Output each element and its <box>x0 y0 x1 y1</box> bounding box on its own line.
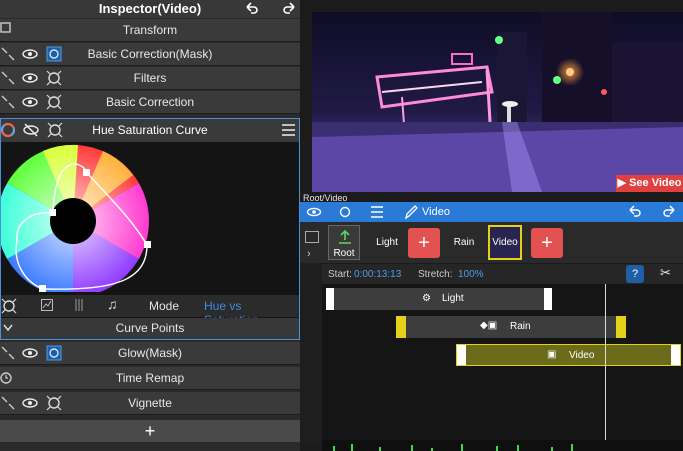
hsc-toolbar: ♫ Mode Hue vs Saturation <box>1 295 299 327</box>
effect-row-transform[interactable]: Transform <box>0 19 300 42</box>
inspector-panel: Inspector(Video) Transform Basic Correct… <box>0 0 300 451</box>
inspector-title: Inspector(Video) <box>98 1 202 16</box>
layer-root[interactable]: Root <box>328 225 360 260</box>
stretch-value[interactable]: 100% <box>458 269 484 280</box>
split-icon[interactable] <box>74 299 84 311</box>
waveform-graphic <box>333 444 573 451</box>
trim-handle-right[interactable] <box>671 345 680 365</box>
curve-point-handle[interactable] <box>49 209 56 216</box>
layer-light[interactable]: Light <box>366 225 408 260</box>
timeline-area[interactable]: ⚙ Light ◆▣ Rain ▣ Video <box>322 284 683 444</box>
track-rain[interactable]: ◆▣ Rain <box>396 316 626 338</box>
effect-label: Transform <box>122 23 178 37</box>
keyframe-handle-left[interactable] <box>396 316 406 338</box>
hue-curve-editor[interactable] <box>0 142 299 297</box>
effect-row-glow-mask[interactable]: Glow(Mask) <box>0 342 300 365</box>
app-root: Inspector(Video) Transform Basic Correct… <box>0 0 683 451</box>
layer-label: Video <box>492 237 518 248</box>
trim-handle-right[interactable] <box>544 288 552 310</box>
effect-label: Glow(Mask) <box>117 346 182 360</box>
hsc-header[interactable]: Hue Saturation Curve <box>1 119 299 142</box>
layer-strip: › Root Light + Rain Video + <box>300 222 683 263</box>
play-icon: ▶ <box>617 177 630 189</box>
add-light-button[interactable]: + <box>408 228 440 258</box>
effect-label: Filters <box>133 71 167 85</box>
curve-points-label: Curve Points <box>115 321 185 335</box>
hue-saturation-curve-panel: Hue Saturation Curve ♫ Mode Hue vs Curve… <box>0 118 300 340</box>
curve-points-row[interactable]: Curve Points <box>1 318 299 339</box>
keyframe-handle-right[interactable] <box>616 316 626 338</box>
start-label: Start: <box>328 269 352 280</box>
audio-waveform <box>322 440 683 451</box>
see-video-button[interactable]: ▶ See Video <box>616 175 683 192</box>
effect-row-vignette[interactable]: Vignette <box>0 392 300 415</box>
clip-name[interactable]: Video <box>422 202 450 222</box>
undo-icon[interactable] <box>243 0 259 18</box>
effect-label: Time Remap <box>115 371 185 385</box>
start-value[interactable]: 0:00:13:13 <box>354 269 401 280</box>
redo-icon[interactable] <box>282 0 298 18</box>
timeline-toolbar: Video <box>300 202 683 222</box>
effect-row-time-remap[interactable]: Time Remap <box>0 367 300 390</box>
settings-icon[interactable] <box>1 298 17 314</box>
track-label: Rain <box>510 321 531 332</box>
track-label: Video <box>569 350 595 361</box>
layer-label: Rain <box>453 237 475 248</box>
stretch-label: Stretch: <box>418 269 453 280</box>
layer-label: Light <box>376 237 398 248</box>
preview-frame <box>312 12 683 192</box>
redo-icon[interactable] <box>662 202 678 222</box>
trim-handle-left[interactable] <box>457 345 466 365</box>
layer-video[interactable]: Video <box>488 225 522 260</box>
layer-rain[interactable]: Rain <box>448 225 480 260</box>
scissors-icon[interactable]: ✂ <box>660 265 671 281</box>
film-icon: ▣ <box>547 349 557 360</box>
add-video-button[interactable]: + <box>531 228 563 258</box>
effect-row-basic-correction-mask[interactable]: Basic Correction(Mask) <box>0 43 300 66</box>
list-icon[interactable] <box>370 202 384 222</box>
curve-point-handle[interactable] <box>83 169 90 176</box>
inspector-title-bar: Inspector(Video) <box>0 0 300 18</box>
track-label: Light <box>442 293 464 304</box>
diamond-icon: ◆▣ <box>480 320 498 331</box>
undo-icon[interactable] <box>626 202 642 222</box>
settings-icon: ⚙ <box>422 293 431 304</box>
chevron-right-icon[interactable]: › <box>307 248 311 260</box>
trim-handle-left[interactable] <box>326 288 334 310</box>
effect-row-basic-correction[interactable]: Basic Correction <box>0 91 300 114</box>
clip-info-row: Start: 0:00:13:13 Stretch: 100% ? ✂ <box>322 264 683 284</box>
chart-icon[interactable] <box>41 299 53 311</box>
playhead[interactable] <box>605 284 606 444</box>
hue-wheel-canvas[interactable] <box>0 142 299 297</box>
mode-label: Mode <box>149 299 180 313</box>
eye-icon[interactable] <box>306 202 322 222</box>
effect-label: Basic Correction <box>105 95 195 109</box>
effect-label: Vignette <box>128 396 172 410</box>
magnet-icon[interactable]: ? <box>626 265 644 283</box>
menu-icon[interactable] <box>282 124 295 136</box>
curve-point-handle[interactable] <box>144 241 151 248</box>
hsc-title: Hue Saturation Curve <box>92 123 208 137</box>
layer-label: Root <box>333 248 355 259</box>
panel-toggle-icon[interactable] <box>305 231 319 243</box>
add-effect-button[interactable]: + <box>0 420 300 442</box>
track-video[interactable]: ▣ Video <box>456 344 681 366</box>
audio-icon[interactable]: ♫ <box>107 296 118 312</box>
track-light[interactable]: ⚙ Light <box>326 288 552 310</box>
timeline-gutter <box>300 263 322 444</box>
see-video-label: See Video <box>629 177 682 189</box>
pencil-icon[interactable] <box>404 202 418 222</box>
circle-icon[interactable] <box>338 202 352 222</box>
video-preview[interactable] <box>312 12 683 192</box>
curve-point-handle[interactable] <box>39 285 46 292</box>
upload-icon <box>339 229 351 244</box>
effect-label: Basic Correction(Mask) <box>87 47 213 61</box>
effect-row-filters[interactable]: Filters <box>0 67 300 90</box>
